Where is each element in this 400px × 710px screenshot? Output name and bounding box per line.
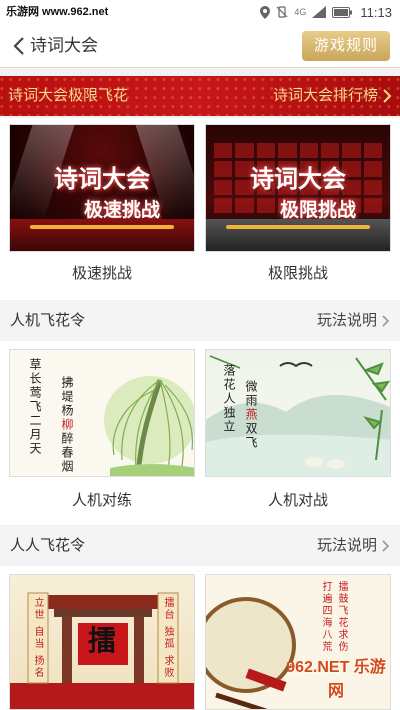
art-subtitle: 极限挑战 xyxy=(279,199,356,221)
ai-battle-card[interactable]: 落花人独立 微雨燕双飞 人机对战 xyxy=(205,349,391,519)
ai-practice-image: 草长莺飞二月天 拂堤杨柳醉春烟 xyxy=(9,349,195,477)
poem-line-b: 拂堤杨柳醉春烟 xyxy=(60,376,74,474)
leaderboard-label: 诗词大会排行榜 xyxy=(272,87,378,104)
pvp-grid: 擂 立世 自当 扬名 擂台 独孤 求败 擂鼓飞花求伤 打遍四海八荒 962.NE… xyxy=(0,566,400,710)
how-to-play-link[interactable]: 玩法说明 xyxy=(317,301,390,341)
chevron-right-icon xyxy=(383,89,392,103)
poem-line-a: 落花人独立 xyxy=(222,364,236,434)
chevron-right-icon xyxy=(382,540,390,552)
clock: 11:13 xyxy=(360,4,392,20)
speed-challenge-image: 诗词大会 极速挑战 xyxy=(9,124,195,252)
poster-text-a: 擂鼓飞花求伤 xyxy=(336,581,347,653)
extreme-challenge-image: 诗词大会 极限挑战 xyxy=(205,124,391,252)
section-header-pvp: 人人飞花令 玩法说明 xyxy=(0,526,400,566)
how-to-play-label: 玩法说明 xyxy=(316,312,377,329)
speed-challenge-card[interactable]: 诗词大会 极速挑战 极速挑战 xyxy=(9,124,195,294)
extreme-flyflower-link[interactable]: 诗词大会极限飞花 xyxy=(8,76,128,116)
pvp-drum-image: 擂鼓飞花求伤 打遍四海八荒 962.NET 乐游网 xyxy=(205,574,391,710)
ai-battle-image: 落花人独立 微雨燕双飞 xyxy=(205,349,391,477)
page-title: 诗词大会 xyxy=(30,36,98,55)
ai-grid: 草长莺飞二月天 拂堤杨柳醉春烟 人机对练 落花人独立 微雨燕双飞 人机对战 xyxy=(0,341,400,525)
challenge-banner[interactable]: 诗词大会极限飞花 诗词大会排行榜 xyxy=(0,76,400,116)
status-icons: 4G 11:13 xyxy=(260,0,392,24)
art-subtitle: 极速挑战 xyxy=(83,199,160,221)
poster-text-b: 打遍四海八荒 xyxy=(320,581,331,653)
art-title: 诗词大会 xyxy=(54,164,150,193)
location-icon xyxy=(260,5,271,19)
status-bar: 乐游网 www.962.net 4G 11:13 xyxy=(0,0,400,24)
watermark-bottom: 962.NET 乐游网 xyxy=(286,659,386,700)
art-title: 诗词大会 xyxy=(250,164,346,193)
battery-icon xyxy=(332,6,353,18)
vibrate-off-icon xyxy=(276,6,288,18)
card-caption: 极限挑战 xyxy=(267,265,328,282)
ai-practice-card[interactable]: 草长莺飞二月天 拂堤杨柳醉春烟 人机对练 xyxy=(9,349,195,519)
game-rules-button[interactable]: 游戏规则 xyxy=(302,31,390,61)
signal-icon xyxy=(312,6,327,18)
back-arrow-icon[interactable] xyxy=(8,34,32,58)
how-to-play-label: 玩法说明 xyxy=(316,537,377,554)
poem-line-b: 微雨燕双飞 xyxy=(244,380,258,450)
watermark-top: 乐游网 www.962.net xyxy=(0,0,115,24)
card-caption: 人机对战 xyxy=(267,492,328,509)
leaderboard-link[interactable]: 诗词大会排行榜 xyxy=(273,76,392,116)
poster-right-text: 擂台 独孤 求败 xyxy=(162,597,173,680)
pvp-arena-image: 擂 立世 自当 扬名 擂台 独孤 求败 xyxy=(9,574,195,710)
network-type: 4G xyxy=(294,7,307,17)
challenge-grid: 诗词大会 极速挑战 极速挑战 诗词大会 极限挑战 极限挑战 xyxy=(0,118,400,300)
extreme-challenge-card[interactable]: 诗词大会 极限挑战 极限挑战 xyxy=(205,124,391,294)
poem-line-a: 草长莺飞二月天 xyxy=(28,358,42,456)
how-to-play-link[interactable]: 玩法说明 xyxy=(317,526,390,566)
pvp-arena-card[interactable]: 擂 立世 自当 扬名 擂台 独孤 求败 xyxy=(9,574,195,710)
section-title: 人机飞花令 xyxy=(10,312,86,329)
chevron-right-icon xyxy=(382,315,390,327)
section-header-ai: 人机飞花令 玩法说明 xyxy=(0,301,400,341)
section-title: 人人飞花令 xyxy=(10,537,86,554)
pvp-drum-card[interactable]: 擂鼓飞花求伤 打遍四海八荒 962.NET 乐游网 xyxy=(205,574,391,710)
card-caption: 极速挑战 xyxy=(71,265,132,282)
nav-bar: 诗词大会 游戏规则 xyxy=(0,24,400,68)
card-caption: 人机对练 xyxy=(71,492,132,509)
poster-left-text: 立世 自当 扬名 xyxy=(32,597,43,680)
